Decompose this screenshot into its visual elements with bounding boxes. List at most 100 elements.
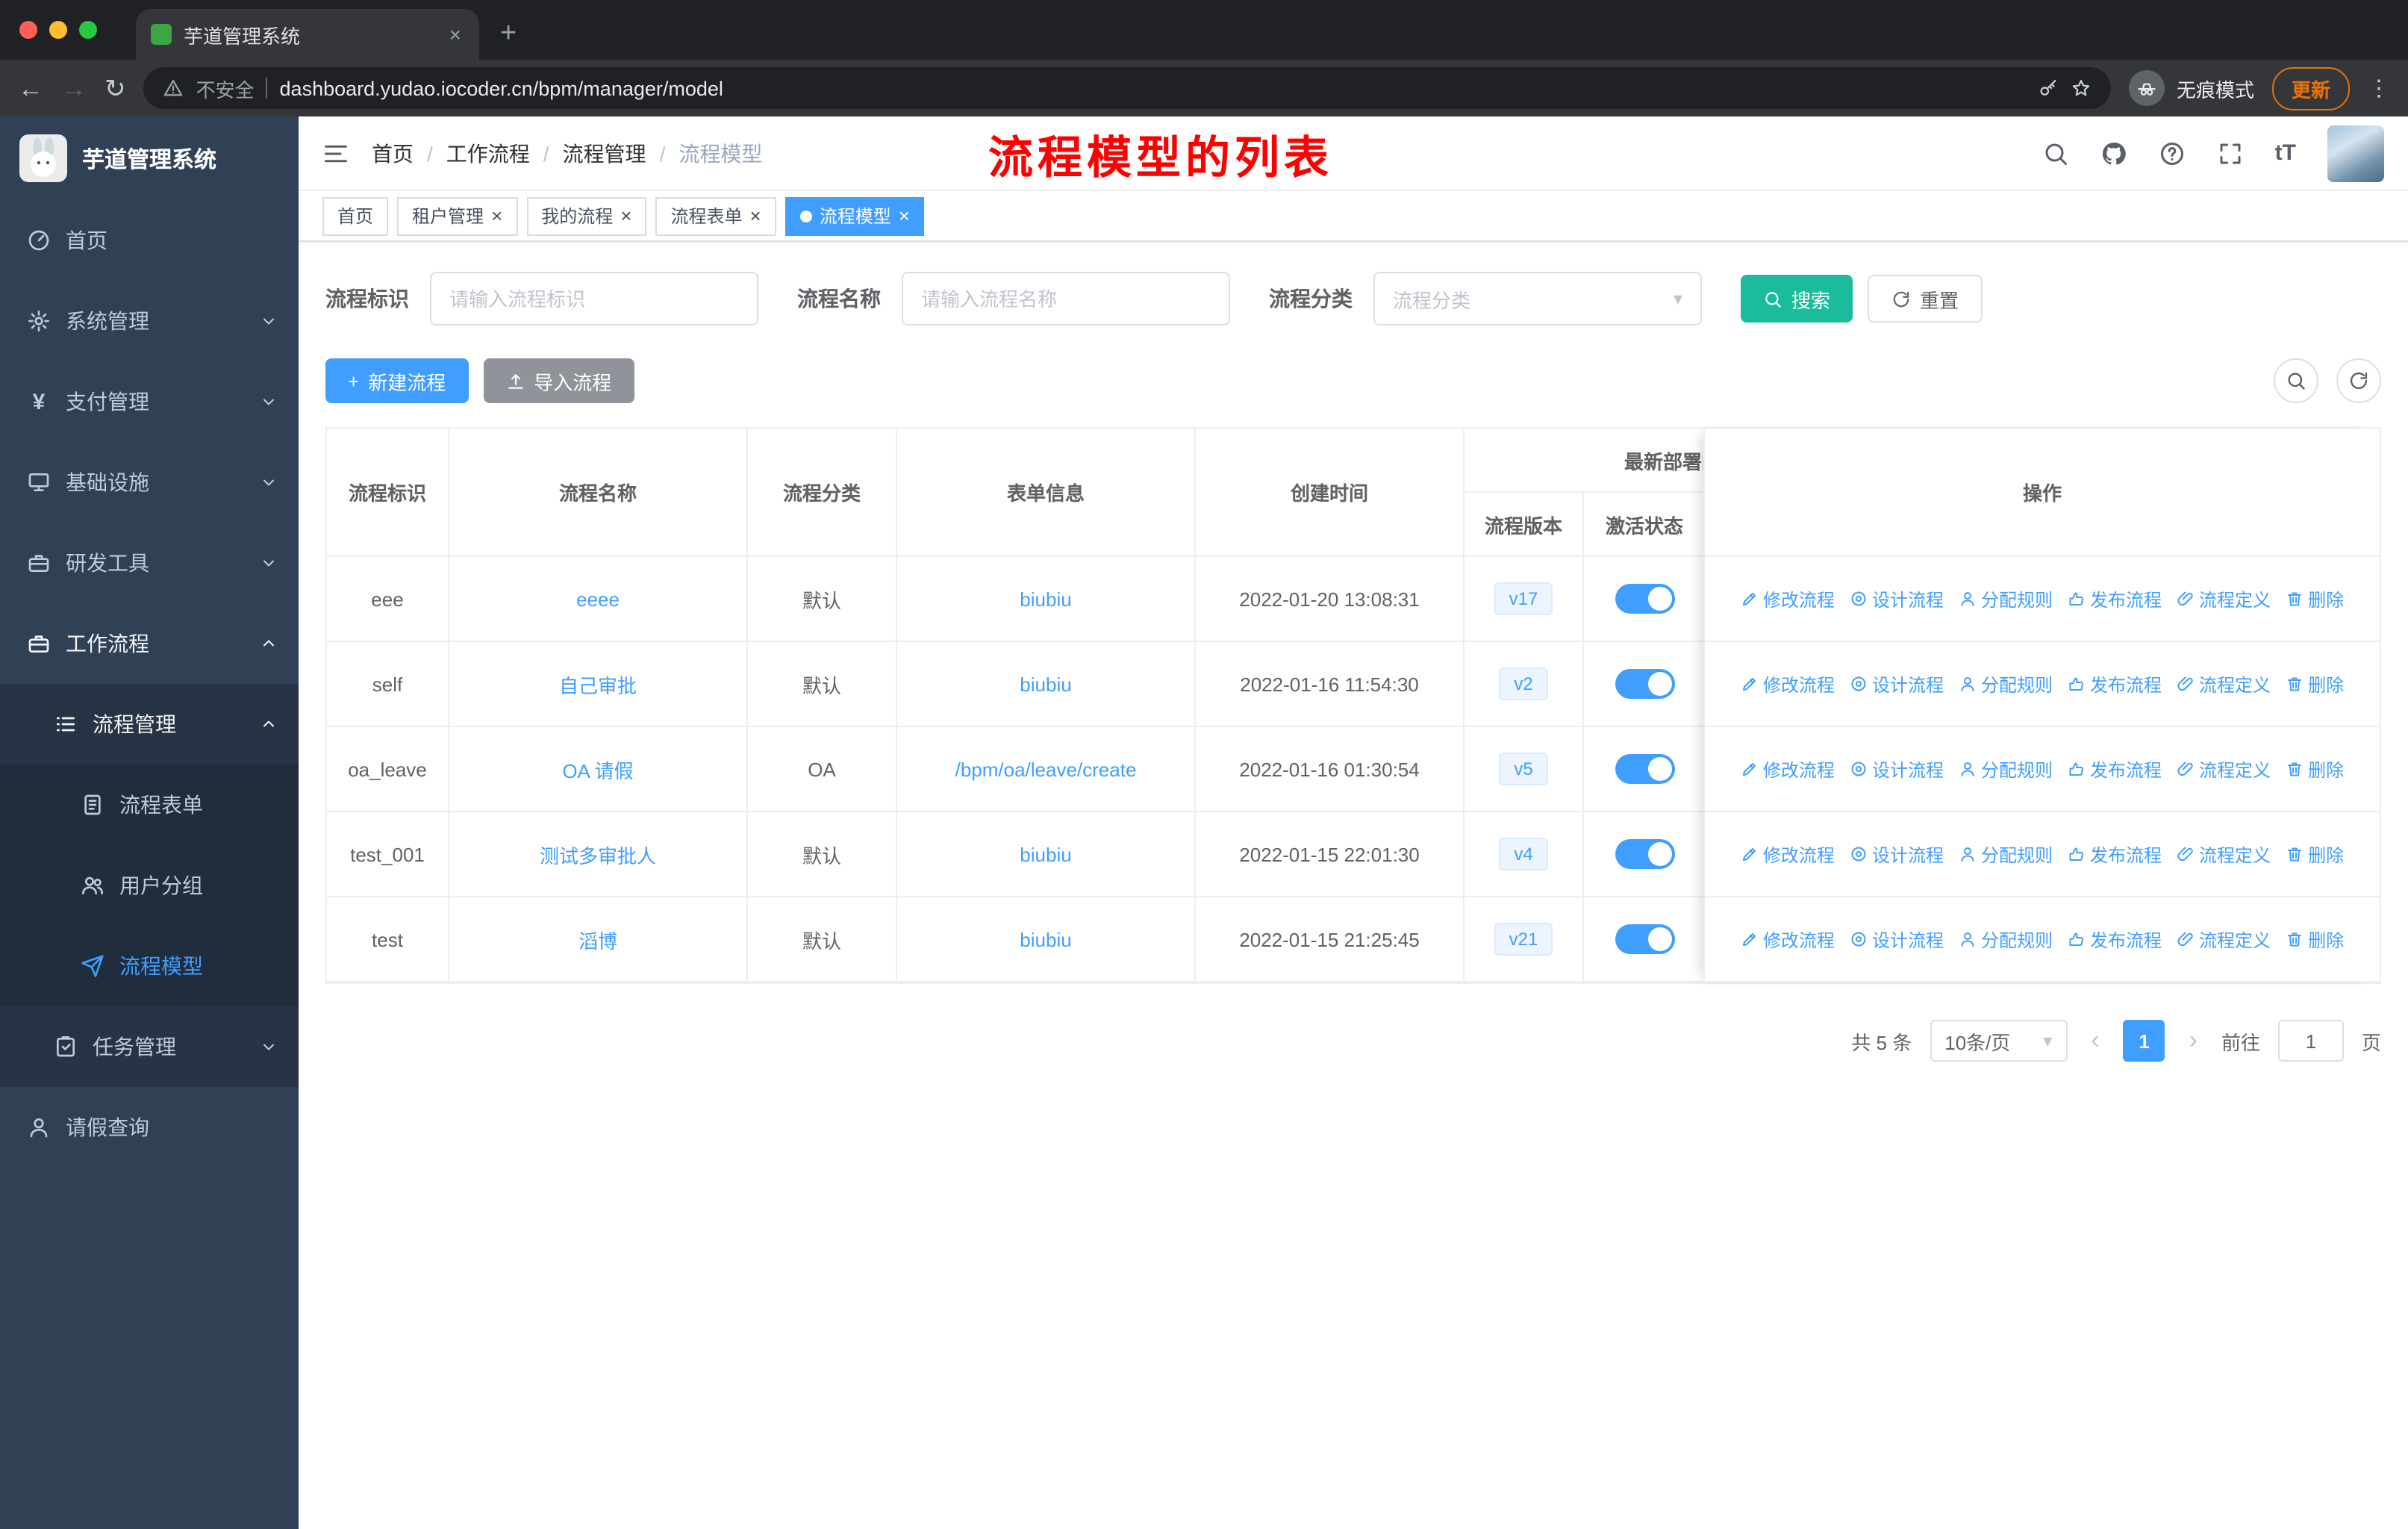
- status-toggle[interactable]: [1615, 924, 1674, 954]
- delete-link[interactable]: 删除: [2286, 586, 2344, 611]
- prev-page-button[interactable]: ‹: [2085, 1026, 2105, 1056]
- publish-process-link[interactable]: 发布流程: [2068, 841, 2162, 867]
- tag-process-form[interactable]: 流程表单 ×: [655, 196, 776, 235]
- process-category-select[interactable]: 流程分类 ▾: [1373, 272, 1702, 326]
- window-close-button[interactable]: [19, 21, 37, 39]
- sidebar-item-infrastructure[interactable]: 基础设施: [0, 442, 299, 523]
- tag-close-icon[interactable]: ×: [899, 206, 910, 225]
- sidebar-item-process-model[interactable]: 流程模型: [0, 926, 299, 1006]
- assign-rule-link[interactable]: 分配规则: [1959, 671, 2053, 697]
- process-name-link[interactable]: 自己审批: [559, 670, 637, 698]
- publish-process-link[interactable]: 发布流程: [2068, 586, 2162, 611]
- edit-process-link[interactable]: 修改流程: [1741, 927, 1835, 952]
- tag-close-icon[interactable]: ×: [491, 206, 502, 225]
- edit-process-link[interactable]: 修改流程: [1741, 586, 1835, 611]
- delete-link[interactable]: 删除: [2286, 671, 2344, 697]
- assign-rule-link[interactable]: 分配规则: [1959, 586, 2053, 611]
- form-info-link[interactable]: biubiu: [1020, 588, 1071, 610]
- sidebar-item-task-management[interactable]: 任务管理: [0, 1006, 299, 1087]
- delete-link[interactable]: 删除: [2286, 841, 2344, 867]
- edit-process-link[interactable]: 修改流程: [1741, 841, 1835, 867]
- status-toggle[interactable]: [1615, 839, 1674, 869]
- search-button[interactable]: 搜索: [1741, 275, 1853, 323]
- publish-process-link[interactable]: 发布流程: [2068, 671, 2162, 697]
- process-definition-link[interactable]: 流程定义: [2177, 671, 2271, 697]
- help-icon[interactable]: [2159, 140, 2186, 166]
- sidebar-item-dev-tools[interactable]: 研发工具: [0, 523, 299, 603]
- process-name-input[interactable]: [902, 272, 1230, 326]
- forward-button[interactable]: →: [61, 75, 87, 101]
- sidebar-item-user-group[interactable]: 用户分组: [0, 845, 299, 926]
- reload-button[interactable]: ↻: [105, 75, 126, 101]
- tag-my-process[interactable]: 我的流程 ×: [526, 196, 647, 235]
- edit-process-link[interactable]: 修改流程: [1741, 671, 1835, 697]
- fullscreen-icon[interactable]: [2217, 140, 2244, 166]
- form-info-link[interactable]: biubiu: [1020, 928, 1071, 950]
- import-process-button[interactable]: 导入流程: [483, 358, 634, 403]
- process-definition-link[interactable]: 流程定义: [2177, 927, 2271, 952]
- breadcrumb-item[interactable]: 首页: [372, 138, 414, 168]
- process-name-link[interactable]: 测试多审批人: [540, 840, 656, 868]
- window-zoom-button[interactable]: [79, 21, 97, 39]
- assign-rule-link[interactable]: 分配规则: [1959, 756, 2053, 782]
- new-tab-button[interactable]: +: [479, 9, 537, 60]
- password-key-icon[interactable]: [2038, 78, 2059, 99]
- edit-process-link[interactable]: 修改流程: [1741, 756, 1835, 782]
- browser-tab[interactable]: 芋道管理系统 ×: [136, 9, 479, 60]
- form-info-link[interactable]: biubiu: [1020, 673, 1071, 695]
- browser-menu-icon[interactable]: ⋮: [2368, 75, 2390, 102]
- github-icon[interactable]: [2100, 140, 2127, 166]
- tag-close-icon[interactable]: ×: [620, 206, 631, 225]
- reset-button[interactable]: 重置: [1868, 275, 1983, 323]
- app-logo[interactable]: 芋道管理系统: [0, 116, 299, 200]
- sidebar-item-leave-query[interactable]: 请假查询: [0, 1087, 299, 1168]
- tab-close-icon[interactable]: ×: [446, 22, 464, 46]
- bookmark-star-icon[interactable]: [2071, 78, 2092, 99]
- tag-tenant-management[interactable]: 租户管理 ×: [397, 196, 518, 235]
- publish-process-link[interactable]: 发布流程: [2068, 927, 2162, 952]
- status-toggle[interactable]: [1615, 669, 1674, 699]
- sidebar-item-system-management[interactable]: 系统管理: [0, 281, 299, 361]
- address-bar[interactable]: 不安全 dashboard.yudao.iocoder.cn/bpm/manag…: [143, 67, 2111, 109]
- tag-process-model[interactable]: 流程模型 ×: [785, 196, 925, 235]
- process-name-link[interactable]: 滔博: [578, 925, 617, 953]
- process-definition-link[interactable]: 流程定义: [2177, 586, 2271, 611]
- tag-home[interactable]: 首页: [322, 196, 389, 235]
- design-process-link[interactable]: 设计流程: [1850, 927, 1944, 952]
- sidebar-item-process-management[interactable]: 流程管理: [0, 684, 299, 764]
- tag-close-icon[interactable]: ×: [750, 206, 761, 225]
- assign-rule-link[interactable]: 分配规则: [1959, 841, 2053, 867]
- breadcrumb-item[interactable]: 工作流程: [446, 138, 530, 168]
- sidebar-item-home[interactable]: 首页: [0, 200, 299, 281]
- goto-page-input[interactable]: [2277, 1020, 2344, 1062]
- publish-process-link[interactable]: 发布流程: [2068, 756, 2162, 782]
- design-process-link[interactable]: 设计流程: [1850, 841, 1944, 867]
- next-page-button[interactable]: ›: [2183, 1026, 2203, 1056]
- design-process-link[interactable]: 设计流程: [1850, 671, 1944, 697]
- window-minimize-button[interactable]: [49, 21, 67, 39]
- form-info-link[interactable]: biubiu: [1020, 843, 1071, 865]
- search-icon[interactable]: [2042, 140, 2069, 166]
- page-number-button[interactable]: 1: [2123, 1020, 2165, 1062]
- sidebar-item-process-form[interactable]: 流程表单: [0, 764, 299, 845]
- process-definition-link[interactable]: 流程定义: [2177, 841, 2271, 867]
- refresh-table-button[interactable]: [2336, 358, 2381, 403]
- delete-link[interactable]: 删除: [2286, 927, 2344, 952]
- back-button[interactable]: ←: [18, 75, 43, 101]
- process-id-input[interactable]: [430, 272, 758, 326]
- process-name-link[interactable]: OA 请假: [562, 755, 633, 783]
- process-definition-link[interactable]: 流程定义: [2177, 756, 2271, 782]
- process-name-link[interactable]: eeee: [576, 588, 620, 610]
- sidebar-item-payment-management[interactable]: ¥ 支付管理: [0, 361, 299, 442]
- user-avatar[interactable]: [2327, 125, 2384, 181]
- form-info-link[interactable]: /bpm/oa/leave/create: [955, 758, 1137, 780]
- page-size-select[interactable]: 10条/页 ▾: [1930, 1020, 2068, 1062]
- design-process-link[interactable]: 设计流程: [1850, 756, 1944, 782]
- design-process-link[interactable]: 设计流程: [1850, 586, 1944, 611]
- sidebar-item-workflow[interactable]: 工作流程: [0, 603, 299, 684]
- toggle-search-button[interactable]: [2274, 358, 2318, 403]
- create-process-button[interactable]: + 新建流程: [325, 358, 469, 403]
- browser-update-button[interactable]: 更新: [2271, 66, 2350, 110]
- font-size-icon[interactable]: tT: [2275, 140, 2296, 166]
- assign-rule-link[interactable]: 分配规则: [1959, 927, 2053, 952]
